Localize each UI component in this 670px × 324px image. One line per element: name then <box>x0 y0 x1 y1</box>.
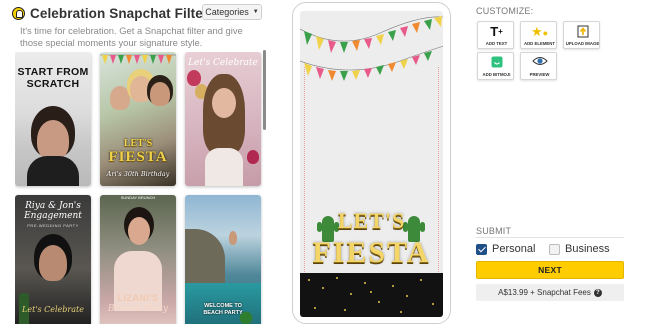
personal-label: Personal <box>492 243 536 255</box>
filter-gallery-panel: Celebration Snapchat Filters Categories … <box>0 0 268 324</box>
preview-title-line2: FIESTA <box>312 236 431 269</box>
next-button[interactable]: NEXT <box>476 261 624 279</box>
filter-card-start-from-scratch[interactable]: START FROM SCRATCH <box>15 52 91 186</box>
card-title: Riya & Jon's Engagement <box>24 201 82 221</box>
confetti-band <box>300 273 443 317</box>
palm-icon <box>235 307 257 324</box>
business-checkbox[interactable] <box>549 243 560 255</box>
card-subtitle: Brunch Party <box>107 304 169 314</box>
help-icon[interactable]: ? <box>593 288 602 297</box>
portrait-image <box>110 86 130 110</box>
add-bitmoji-button[interactable]: ADD BITMOJI <box>477 52 514 80</box>
personal-checkbox[interactable] <box>476 243 487 255</box>
filter-card-brunch-party[interactable]: SUNDAY BRUNCH LIZANI'S Brunch Party <box>100 195 176 324</box>
gallery-scrollbar[interactable] <box>263 50 266 130</box>
filter-preview-canvas[interactable]: LET'S FIESTA <box>300 11 443 317</box>
card-title: Let's Celebrate <box>188 58 258 68</box>
header: Celebration Snapchat Filters <box>12 6 216 21</box>
add-text-label: ADD TEXT <box>485 41 508 46</box>
add-bitmoji-label: ADD BITMOJI <box>482 72 511 77</box>
bunting-icon <box>100 54 176 64</box>
card-title: START FROM SCRATCH <box>17 66 89 90</box>
snapchat-logo-icon <box>12 7 25 20</box>
categories-label: Categories <box>205 7 249 17</box>
filter-card-beach-party[interactable]: WELCOME TO BEACH PARTY <box>185 195 261 324</box>
caret-down-icon: ▼ <box>252 9 259 15</box>
card-title-line2: FIESTA <box>108 149 168 165</box>
customize-heading: CUSTOMIZE: <box>476 6 534 16</box>
filter-card-lets-celebrate[interactable]: Let's Celebrate <box>185 52 261 186</box>
card-title-line1: LET'S <box>123 138 153 149</box>
card-title: LIZANI'S <box>117 293 159 303</box>
page-title: Celebration Snapchat Filters <box>30 6 216 21</box>
card-small-text: SUNDAY BRUNCH <box>120 195 156 200</box>
bitmoji-icon <box>478 55 515 72</box>
portrait-body <box>205 148 243 186</box>
upload-image-label: UPLOAD IMAGE <box>565 41 600 46</box>
diver-figure <box>229 231 237 245</box>
card-bottom-text: Let's Celebrate <box>22 305 84 314</box>
upload-icon <box>564 24 601 41</box>
add-element-label: ADD ELEMENT <box>523 41 556 46</box>
price-bar: A$13.99 + Snapchat Fees ? <box>476 284 624 301</box>
portrait-image <box>37 120 69 160</box>
card-small-text: PRE-WEDDING PARTY <box>27 223 79 228</box>
upload-image-button[interactable]: UPLOAD IMAGE <box>563 21 600 49</box>
cliff-image <box>185 229 225 289</box>
preview-button[interactable]: PREVIEW <box>520 52 557 80</box>
categories-dropdown[interactable]: Categories ▼ <box>202 4 262 20</box>
business-label: Business <box>565 243 610 255</box>
filter-card-lets-fiesta[interactable]: LET'S FIESTA Ari's 30th Birthday <box>100 52 176 186</box>
portrait-image <box>128 217 150 245</box>
filter-grid: START FROM SCRATCH LET'S FIESTA Ari's 30… <box>15 52 263 324</box>
preview-title-line1: LET'S <box>337 208 406 233</box>
portrait-image <box>130 76 152 102</box>
personal-option[interactable]: Personal <box>476 243 535 255</box>
portrait-image <box>212 88 236 118</box>
balloon-icon <box>247 150 259 164</box>
portrait-image <box>150 82 170 106</box>
business-option[interactable]: Business <box>549 243 610 255</box>
eye-icon <box>521 55 558 70</box>
card-subtitle: Ari's 30th Birthday <box>106 170 170 178</box>
portrait-image <box>39 245 67 281</box>
text-icon: T+ <box>490 24 503 39</box>
filter-card-engagement[interactable]: Riya & Jon's Engagement PRE-WEDDING PART… <box>15 195 91 324</box>
add-element-button[interactable]: ★● ADD ELEMENT <box>520 21 557 49</box>
divider <box>476 237 624 238</box>
preview-label: PREVIEW <box>529 72 550 77</box>
star-balloon-icon: ★● <box>530 24 549 39</box>
portrait-body <box>27 156 79 186</box>
submit-heading: SUBMIT <box>476 226 512 236</box>
add-text-button[interactable]: T+ ADD TEXT <box>477 21 514 49</box>
page-description: It's time for celebration. Get a Snapcha… <box>20 25 243 48</box>
price-text: A$13.99 + Snapchat Fees <box>498 288 591 297</box>
